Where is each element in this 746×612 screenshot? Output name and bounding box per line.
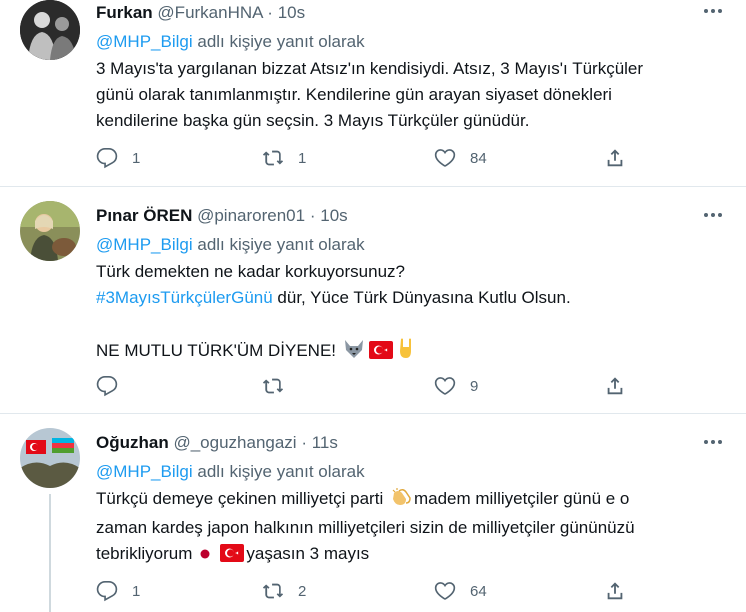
timestamp[interactable]: 10s bbox=[278, 3, 305, 22]
reply-count: 1 bbox=[132, 149, 141, 167]
japan-flag-icon bbox=[194, 544, 217, 570]
reply-button[interactable] bbox=[96, 374, 132, 398]
reply-count: 1 bbox=[132, 582, 141, 600]
reply-button[interactable]: 1 bbox=[96, 579, 140, 603]
reply-button[interactable]: 1 bbox=[96, 146, 140, 170]
horns-hand-icon bbox=[397, 337, 415, 367]
like-icon bbox=[434, 149, 456, 167]
replying-to: @MHP_Bilgi adlı kişiye yanıt olarak bbox=[96, 32, 365, 51]
tweet-furkan[interactable]: Furkan @FurkanHNA · 10s @MHP_Bilgi adlı … bbox=[0, 0, 746, 186]
more-icon bbox=[704, 213, 708, 217]
tweet-text: Türkçü demeye çekinen milliyetçi parti m… bbox=[96, 486, 635, 570]
like-icon bbox=[434, 377, 456, 395]
share-button[interactable] bbox=[604, 579, 626, 603]
tweet-text: Türk demekten ne kadar korkuyorsunuz? #3… bbox=[96, 259, 571, 367]
display-name[interactable]: Pınar ÖREN bbox=[96, 206, 192, 225]
retweet-icon bbox=[262, 583, 284, 599]
share-icon bbox=[607, 582, 623, 600]
user-handle[interactable]: @FurkanHNA bbox=[157, 3, 262, 22]
like-count: 9 bbox=[470, 377, 479, 395]
reply-icon bbox=[96, 581, 118, 602]
avatar-image bbox=[20, 201, 80, 261]
separator-dot: · bbox=[301, 433, 307, 452]
avatar[interactable] bbox=[20, 201, 80, 261]
reply-icon bbox=[96, 376, 118, 397]
share-icon bbox=[607, 149, 623, 167]
share-button[interactable] bbox=[604, 374, 626, 398]
mention-link[interactable]: @MHP_Bilgi bbox=[96, 32, 193, 51]
avatar-image bbox=[20, 428, 80, 488]
timestamp[interactable]: 11s bbox=[312, 433, 338, 452]
separator-dot: · bbox=[309, 206, 316, 225]
avatar[interactable] bbox=[20, 428, 80, 488]
clapping-hands-icon bbox=[390, 487, 412, 515]
like-icon bbox=[434, 582, 456, 600]
more-icon bbox=[704, 9, 708, 13]
thread-line bbox=[49, 494, 51, 612]
like-count: 84 bbox=[470, 149, 487, 167]
like-button[interactable]: 9 bbox=[434, 374, 478, 398]
action-bar: 1 1 84 bbox=[96, 146, 656, 170]
separator-dot: · bbox=[267, 3, 273, 22]
turkey-flag-icon bbox=[368, 341, 393, 367]
avatar[interactable] bbox=[20, 0, 80, 60]
user-handle[interactable]: @_oguzhangazi bbox=[173, 433, 296, 452]
retweet-icon bbox=[262, 150, 284, 166]
share-icon bbox=[607, 377, 623, 395]
timestamp[interactable]: 10s bbox=[320, 206, 347, 225]
retweet-button[interactable] bbox=[262, 374, 298, 398]
like-count: 64 bbox=[470, 582, 487, 600]
tweet-header: Pınar ÖREN @pinaroren01 · 10s bbox=[96, 205, 348, 227]
wolf-emoji-icon bbox=[343, 339, 365, 367]
turkey-flag-icon bbox=[220, 544, 245, 570]
tweet-oguzhan[interactable]: Oğuzhan @_oguzhangazi · 11s @MHP_Bilgi a… bbox=[0, 414, 746, 612]
more-button[interactable] bbox=[704, 204, 726, 226]
tweet-header: Furkan @FurkanHNA · 10s bbox=[96, 2, 305, 24]
mention-link[interactable]: @MHP_Bilgi bbox=[96, 462, 193, 481]
replying-to: @MHP_Bilgi adlı kişiye yanıt olarak bbox=[96, 235, 365, 254]
like-button[interactable]: 84 bbox=[434, 146, 487, 170]
retweet-button[interactable]: 2 bbox=[262, 579, 306, 603]
avatar-image bbox=[20, 0, 80, 60]
replying-to: @MHP_Bilgi adlı kişiye yanıt olarak bbox=[96, 462, 365, 481]
share-button[interactable] bbox=[604, 146, 626, 170]
retweet-count: 2 bbox=[298, 582, 307, 600]
display-name[interactable]: Furkan bbox=[96, 3, 153, 22]
reply-icon bbox=[96, 148, 118, 169]
mention-link[interactable]: @MHP_Bilgi bbox=[96, 235, 193, 254]
action-bar: 1 2 64 bbox=[96, 579, 656, 603]
tweet-header: Oğuzhan @_oguzhangazi · 11s bbox=[96, 432, 338, 454]
more-button[interactable] bbox=[704, 0, 726, 22]
like-button[interactable]: 64 bbox=[434, 579, 487, 603]
tweet-text: 3 Mayıs'ta yargılanan bizzat Atsız'ın ke… bbox=[96, 59, 644, 130]
user-handle[interactable]: @pinaroren01 bbox=[197, 206, 305, 225]
retweet-button[interactable]: 1 bbox=[262, 146, 306, 170]
hashtag-link[interactable]: #3MayısTürkçülerGünü bbox=[96, 288, 273, 307]
more-button[interactable] bbox=[704, 431, 726, 453]
retweet-count: 1 bbox=[298, 149, 307, 167]
display-name[interactable]: Oğuzhan bbox=[96, 433, 169, 452]
retweet-icon bbox=[262, 378, 284, 394]
action-bar: 9 bbox=[96, 374, 656, 398]
tweet-pinar[interactable]: Pınar ÖREN @pinaroren01 · 10s @MHP_Bilgi… bbox=[0, 187, 746, 412]
more-icon bbox=[704, 440, 708, 444]
